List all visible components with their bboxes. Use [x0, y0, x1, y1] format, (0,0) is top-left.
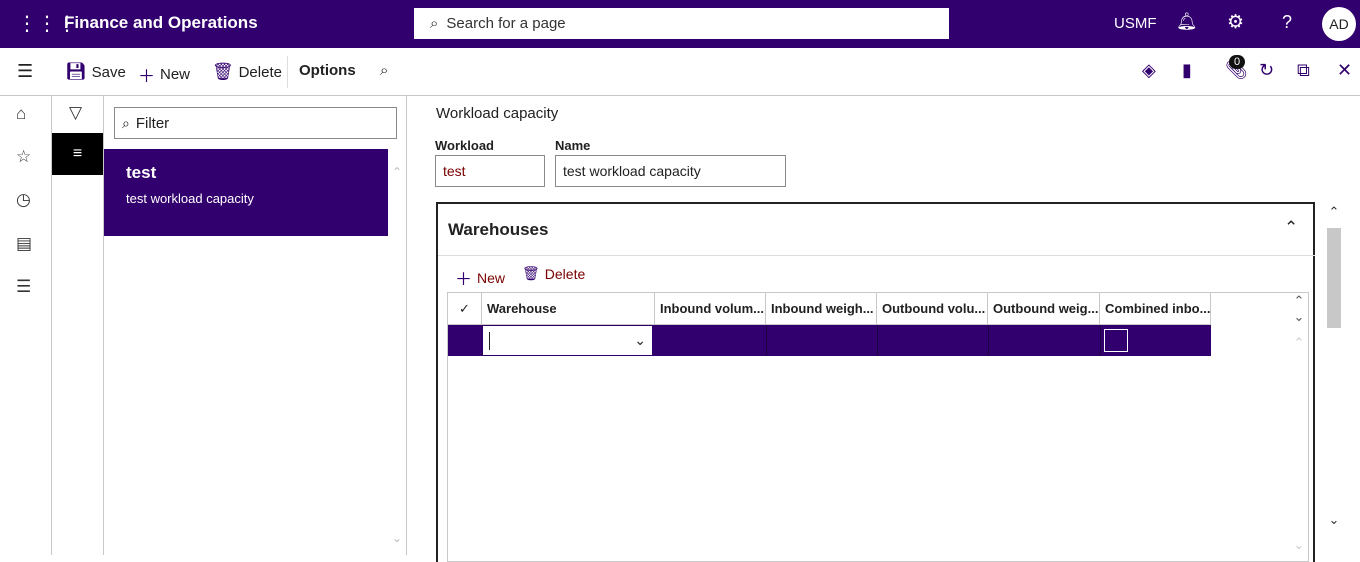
warehouse-combobox[interactable]: ⌄ [483, 326, 652, 355]
column-header[interactable]: Outbound weig... [988, 293, 1100, 325]
search-icon: ⌕ [430, 15, 439, 32]
trash-icon: 🗑︎ [522, 265, 540, 281]
save-label: Save [91, 63, 126, 81]
options-tab[interactable]: Options [299, 62, 356, 79]
action-bar: ☰ 💾︎ Save ＋ New 🗑︎ Delete Options ⌕ ◈ ▮ 📎︎ … [0, 48, 1360, 96]
collapse-chevron-icon[interactable]: ⌃ [1284, 218, 1298, 238]
delete-button[interactable]: 🗑︎ Delete [212, 62, 282, 82]
table-row[interactable]: ⌄ [448, 325, 1211, 356]
page-scrollbar[interactable]: ⌃ ⌄ [1325, 204, 1343, 555]
column-header[interactable]: Inbound volum... [655, 293, 766, 325]
list-item[interactable]: test test workload capacity [104, 149, 388, 236]
name-field[interactable]: test workload capacity [555, 155, 786, 187]
select-all-checkmark[interactable]: ✓ [448, 293, 482, 325]
office-icon[interactable]: ▮ [1182, 60, 1192, 81]
column-header[interactable]: Outbound volu... [877, 293, 988, 325]
chevron-down-icon[interactable]: ⌄ [634, 332, 646, 349]
filter-placeholder: Filter [135, 114, 170, 132]
clock-icon[interactable]: ◷ [16, 190, 31, 210]
home-icon[interactable]: ⌂ [16, 104, 26, 124]
left-nav: ⌂ ☆ ◷ ▤ ☰ [0, 96, 52, 555]
section-title[interactable]: Warehouses [448, 220, 548, 240]
delete-label: Delete [238, 63, 282, 81]
list-scrollbar[interactable]: ⌃ ⌄ [388, 149, 406, 555]
open-new-window-icon[interactable]: ⧉ [1297, 60, 1310, 81]
warehouses-grid: ✓ Warehouse Inbound volum... Inbound wei… [447, 292, 1309, 562]
hamburger-icon[interactable]: ☰ [17, 61, 33, 82]
divider [287, 56, 288, 88]
grid-new-label: New [477, 269, 506, 286]
trash-icon: 🗑︎ [212, 62, 234, 81]
combined-checkbox[interactable] [1104, 329, 1128, 352]
column-header[interactable]: Inbound weigh... [766, 293, 877, 325]
search-placeholder: Search for a page [446, 15, 566, 32]
workspaces-icon[interactable]: ▤ [16, 234, 32, 254]
avatar[interactable]: AD [1322, 7, 1356, 41]
list-view-icon[interactable]: ≡ [52, 133, 103, 175]
search-icon: ⌕ [122, 114, 130, 131]
filter-column: ▽ ≡ [52, 96, 104, 555]
filter-icon[interactable]: ▽ [69, 103, 82, 123]
search-box[interactable]: ⌕ Search for a page [414, 8, 949, 39]
new-label: New [160, 66, 191, 83]
plus-icon: ＋ [455, 270, 472, 289]
gear-icon[interactable]: ⚙ [1227, 11, 1244, 34]
modules-list-icon[interactable]: ☰ [16, 277, 31, 297]
workload-label: Workload [435, 138, 494, 153]
attachment-count-badge: 0 [1229, 55, 1246, 69]
name-label: Name [555, 138, 591, 153]
app-title: Finance and Operations [64, 13, 258, 32]
list-panel: ⌕ Filter test test workload capacity ⌃ ⌄ [104, 96, 407, 555]
column-header[interactable]: Combined inbo... [1100, 293, 1211, 325]
help-icon[interactable]: ? [1282, 12, 1292, 33]
action-search-icon[interactable]: ⌕ [380, 62, 388, 79]
grid-delete-button[interactable]: 🗑︎ Delete [522, 265, 585, 282]
form-title: Workload capacity [436, 105, 559, 122]
save-button[interactable]: 💾︎ Save [65, 62, 126, 82]
grid-scrollbar[interactable]: ⌃ ⌄ ⌃ ⌄ [1291, 293, 1307, 561]
grid-new-button[interactable]: ＋ New [455, 265, 505, 290]
workload-field[interactable]: test [435, 155, 545, 187]
star-icon[interactable]: ☆ [16, 147, 31, 167]
warehouses-section: Warehouses ⌃ ＋ New 🗑︎ Delete ✓ Warehouse I… [436, 202, 1315, 562]
save-icon: 💾︎ [65, 62, 87, 81]
power-apps-icon[interactable]: ◈ [1142, 60, 1156, 81]
company-selector[interactable]: USMF [1114, 15, 1157, 32]
column-header[interactable]: Warehouse [482, 293, 655, 325]
list-item-title: test [126, 163, 157, 182]
bell-icon[interactable]: 🔔︎ [1176, 12, 1198, 32]
grid-delete-label: Delete [544, 265, 586, 282]
refresh-icon[interactable]: ↻ [1259, 60, 1274, 81]
new-button[interactable]: ＋ New [138, 62, 190, 87]
scrollbar-thumb[interactable] [1327, 228, 1341, 328]
grid-header: ✓ Warehouse Inbound volum... Inbound wei… [448, 293, 1211, 325]
plus-icon: ＋ [138, 67, 155, 86]
top-bar: ⋮⋮⋮ Finance and Operations ⌕ Search for … [0, 0, 1360, 48]
close-icon[interactable]: ✕ [1337, 60, 1352, 81]
filter-input[interactable]: ⌕ Filter [114, 107, 397, 139]
list-item-subtitle: test workload capacity [126, 191, 254, 206]
